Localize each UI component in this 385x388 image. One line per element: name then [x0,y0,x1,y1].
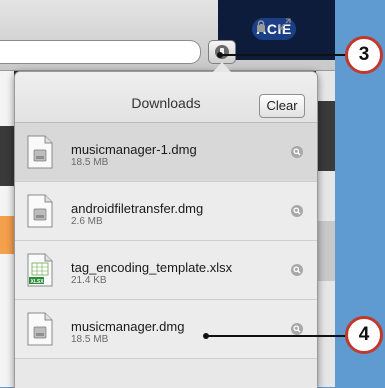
magnifier-icon[interactable] [291,264,303,276]
svg-text:XLSX: XLSX [31,279,45,285]
file-name: musicmanager.dmg [71,319,185,334]
callout-4: 4 [345,316,383,354]
lock-icon [257,20,265,32]
file-size: 18.5 MB [71,334,109,345]
file-name: musicmanager-1.dmg [71,142,197,157]
callout-line [220,54,348,56]
download-item[interactable]: musicmanager-1.dmg 18.5 MB [15,123,317,182]
file-name: tag_encoding_template.xlsx [71,260,233,275]
dmg-file-icon [27,194,53,228]
callout-3: 3 [345,36,383,74]
callout-pointer-dot [203,333,209,339]
magnifier-icon[interactable] [291,146,303,158]
callout-line [206,335,348,337]
file-name: androidfiletransfer.dmg [71,201,204,216]
download-item[interactable]: XLSX tag_encoding_template.xlsx 21.4 KB [15,241,317,300]
file-size: 21.4 KB [71,275,107,286]
magnifier-icon[interactable] [291,205,303,217]
popover-arrow [213,62,231,72]
browser-toolbar: ACIE [0,0,335,71]
page-content-right [316,71,335,387]
clear-button[interactable]: Clear [259,94,305,118]
xlsx-file-icon: XLSX [27,253,53,287]
callout-pointer-dot [217,52,223,58]
download-item[interactable]: musicmanager.dmg 18.5 MB [15,300,317,359]
downloads-header: Downloads Clear [15,72,317,123]
dmg-file-icon [27,135,53,169]
fullscreen-icon[interactable] [279,18,291,30]
download-item[interactable]: androidfiletransfer.dmg 2.6 MB [15,182,317,241]
magnifier-icon[interactable] [291,323,303,335]
downloads-popover: Downloads Clear musicmanager-1.dmg 18.5 … [14,71,318,388]
address-bar[interactable] [0,40,201,64]
file-size: 18.5 MB [71,157,109,168]
file-size: 2.6 MB [71,216,103,227]
dmg-file-icon [27,312,53,346]
page-content-left [0,71,14,387]
